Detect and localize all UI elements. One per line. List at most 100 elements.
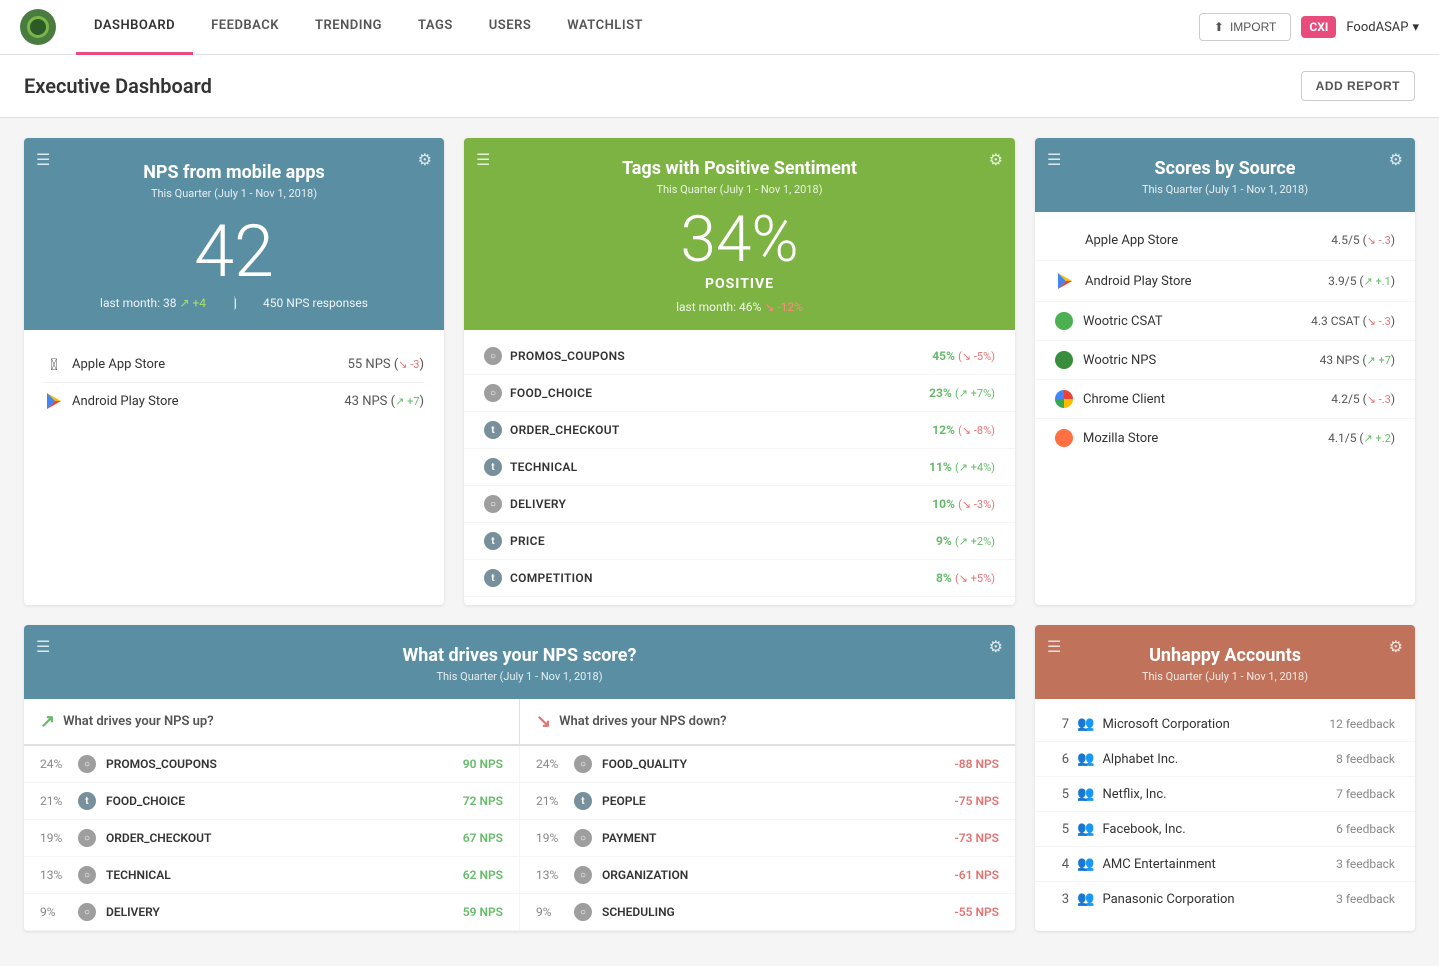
- unhappy-row-panasonic[interactable]: 3 👥 Panasonic Corporation 3 feedback: [1035, 882, 1415, 916]
- tags-card-header: ☰ Tags with Positive Sentiment This Quar…: [464, 138, 1015, 330]
- unhappy-people-icon-2: 👥: [1077, 751, 1094, 767]
- drives-settings-icon[interactable]: ⚙: [989, 637, 1003, 656]
- tag-row-promos[interactable]: ○PROMOS_COUPONS 45% (↘ -5%): [464, 338, 1015, 375]
- logo[interactable]: [20, 9, 56, 45]
- tags-filter-icon[interactable]: ☰: [476, 150, 490, 169]
- apple-delta: ↘ -3: [398, 358, 419, 371]
- score-row-mozilla[interactable]: Mozilla Store 4.1/5 (↗ +.2): [1035, 419, 1415, 457]
- drives-down-icon-4: ○: [574, 866, 592, 884]
- score-row-apple[interactable]: Apple App Store 4.5/5 (↘ -.3): [1035, 220, 1415, 261]
- page-header: Executive Dashboard ADD REPORT: [0, 55, 1439, 118]
- nps-score: 42: [44, 216, 424, 288]
- row-2: ☰ What drives your NPS score? This Quart…: [24, 625, 1415, 931]
- score-row-wootric-nps[interactable]: Wootric NPS 43 NPS (↗ +7): [1035, 341, 1415, 380]
- tag-row-technical[interactable]: tTECHNICAL 11% (↗ +4%): [464, 449, 1015, 486]
- drives-icon-5: ○: [78, 903, 96, 921]
- tag-icon-checkout: t: [484, 421, 502, 439]
- unhappy-people-icon-6: 👥: [1077, 891, 1094, 907]
- nav-dashboard[interactable]: DASHBOARD: [76, 0, 193, 55]
- tags-last-month: last month: 46% ↘ -12%: [676, 300, 803, 314]
- drives-subtitle: This Quarter (July 1 - Nov 1, 2018): [44, 670, 995, 683]
- play-icon-scores: [1055, 271, 1075, 291]
- tag-icon-food: ○: [484, 384, 502, 402]
- unhappy-row-amc[interactable]: 4 👥 AMC Entertainment 3 feedback: [1035, 847, 1415, 882]
- drives-up-5[interactable]: 9%○DELIVERY 59 NPS: [24, 894, 520, 930]
- drives-down-5[interactable]: 9%○SCHEDULING -55 NPS: [520, 894, 1015, 930]
- drives-up-2[interactable]: 21%tFOOD_CHOICE 72 NPS: [24, 783, 520, 819]
- drives-up-label: What drives your NPS up?: [63, 714, 214, 729]
- tag-icon-technical: t: [484, 458, 502, 476]
- source-row-android[interactable]: Android Play Store 43 NPS (↗ +7): [44, 383, 424, 419]
- chrome-icon: [1055, 390, 1073, 408]
- drives-up-header: ↗ What drives your NPS up?: [24, 699, 520, 744]
- drives-data-row-5: 9%○DELIVERY 59 NPS 9%○SCHEDULING -55 NPS: [24, 894, 1015, 931]
- drives-down-icon-3: ○: [574, 829, 592, 847]
- android-delta: ↗ +7: [395, 395, 419, 408]
- score-row-wootric-csat[interactable]: Wootric CSAT 4.3 CSAT (↘ -.3): [1035, 302, 1415, 341]
- drives-up-4[interactable]: 13%○TECHNICAL 62 NPS: [24, 857, 520, 893]
- nav-right: ⬆ IMPORT CXI FoodASAP ▾: [1199, 13, 1419, 41]
- drives-up-1[interactable]: 24%○PROMOS_COUPONS 90 NPS: [24, 746, 520, 782]
- tag-row-delivery[interactable]: ○DELIVERY 10% (↘ -3%): [464, 486, 1015, 523]
- row-1: ☰ NPS from mobile apps This Quarter (Jul…: [24, 138, 1415, 605]
- logo-inner: [27, 16, 49, 38]
- apple-icon: : [44, 354, 64, 374]
- unhappy-row-microsoft[interactable]: 7 👥 Microsoft Corporation 12 feedback: [1035, 707, 1415, 742]
- apple-store-score: 55 NPS (↘ -3): [348, 357, 424, 372]
- drives-down-label: What drives your NPS down?: [559, 714, 726, 729]
- drives-data-row-2: 21%tFOOD_CHOICE 72 NPS 21%tPEOPLE -75 NP…: [24, 783, 1015, 820]
- score-row-android[interactable]: Android Play Store 3.9/5 (↗ +.1): [1035, 261, 1415, 302]
- drives-icon-2: t: [78, 792, 96, 810]
- tags-subtitle: This Quarter (July 1 - Nov 1, 2018): [484, 183, 995, 196]
- drives-up-3[interactable]: 19%○ORDER_CHECKOUT 67 NPS: [24, 820, 520, 856]
- unhappy-settings-icon[interactable]: ⚙: [1389, 637, 1403, 656]
- account-name[interactable]: FoodASAP ▾: [1346, 20, 1419, 35]
- drives-down-4[interactable]: 13%○ORGANIZATION -61 NPS: [520, 857, 1015, 893]
- drives-down-header: ↘ What drives your NPS down?: [520, 699, 1015, 744]
- nav-users[interactable]: USERS: [471, 0, 550, 55]
- drives-title: What drives your NPS score?: [44, 645, 995, 666]
- drives-icon-3: ○: [78, 829, 96, 847]
- drives-down-1[interactable]: 24%○FOOD_QUALITY -88 NPS: [520, 746, 1015, 782]
- score-row-chrome[interactable]: Chrome Client 4.2/5 (↘ -.3): [1035, 380, 1415, 419]
- apple-icon-scores: [1055, 230, 1075, 250]
- tag-row-price[interactable]: tPRICE 9% (↗ +2%): [464, 523, 1015, 560]
- tag-icon-promos: ○: [484, 347, 502, 365]
- unhappy-row-netflix[interactable]: 5 👥 Netflix, Inc. 7 feedback: [1035, 777, 1415, 812]
- down-arrow-icon: ↘: [536, 711, 551, 732]
- wootric-nps-icon: [1055, 351, 1073, 369]
- android-store-name: Android Play Store: [72, 394, 179, 409]
- drives-down-icon-2: t: [574, 792, 592, 810]
- drives-icon-4: ○: [78, 866, 96, 884]
- mozilla-icon: [1055, 429, 1073, 447]
- nav-watchlist[interactable]: WATCHLIST: [549, 0, 661, 55]
- scores-settings-icon[interactable]: ⚙: [1389, 150, 1403, 169]
- filter-icon[interactable]: ☰: [36, 150, 50, 169]
- tag-row-food[interactable]: ○FOOD_CHOICE 23% (↗ +7%): [464, 375, 1015, 412]
- tag-row-checkout[interactable]: tORDER_CHECKOUT 12% (↘ -8%): [464, 412, 1015, 449]
- unhappy-row-facebook[interactable]: 5 👥 Facebook, Inc. 6 feedback: [1035, 812, 1415, 847]
- add-report-button[interactable]: ADD REPORT: [1301, 71, 1415, 101]
- nav-trending[interactable]: TRENDING: [297, 0, 400, 55]
- drives-filter-icon[interactable]: ☰: [36, 637, 50, 656]
- tag-row-competition[interactable]: tCOMPETITION 8% (↘ +5%): [464, 560, 1015, 597]
- tags-settings-icon[interactable]: ⚙: [989, 150, 1003, 169]
- page-title: Executive Dashboard: [24, 74, 212, 98]
- source-row-apple[interactable]:  Apple App Store 55 NPS (↘ -3): [44, 346, 424, 383]
- nav-tags[interactable]: TAGS: [400, 0, 471, 55]
- import-button[interactable]: ⬆ IMPORT: [1199, 13, 1292, 41]
- unhappy-filter-icon[interactable]: ☰: [1047, 637, 1061, 656]
- scores-filter-icon[interactable]: ☰: [1047, 150, 1061, 169]
- unhappy-row-alphabet[interactable]: 6 👥 Alphabet Inc. 8 feedback: [1035, 742, 1415, 777]
- tag-icon-price: t: [484, 532, 502, 550]
- drives-down-2[interactable]: 21%tPEOPLE -75 NPS: [520, 783, 1015, 819]
- nps-card-header: ☰ NPS from mobile apps This Quarter (Jul…: [24, 138, 444, 330]
- drives-down-3[interactable]: 19%○PAYMENT -73 NPS: [520, 820, 1015, 856]
- nps-last-month: last month: 38 ↗ +4: [100, 296, 206, 310]
- import-label: IMPORT: [1230, 20, 1276, 34]
- nav-feedback[interactable]: FEEDBACK: [193, 0, 297, 55]
- settings-icon[interactable]: ⚙: [418, 150, 432, 169]
- unhappy-people-icon: 👥: [1077, 716, 1094, 732]
- nps-responses: 450 NPS responses: [263, 296, 368, 310]
- drives-down-icon-5: ○: [574, 903, 592, 921]
